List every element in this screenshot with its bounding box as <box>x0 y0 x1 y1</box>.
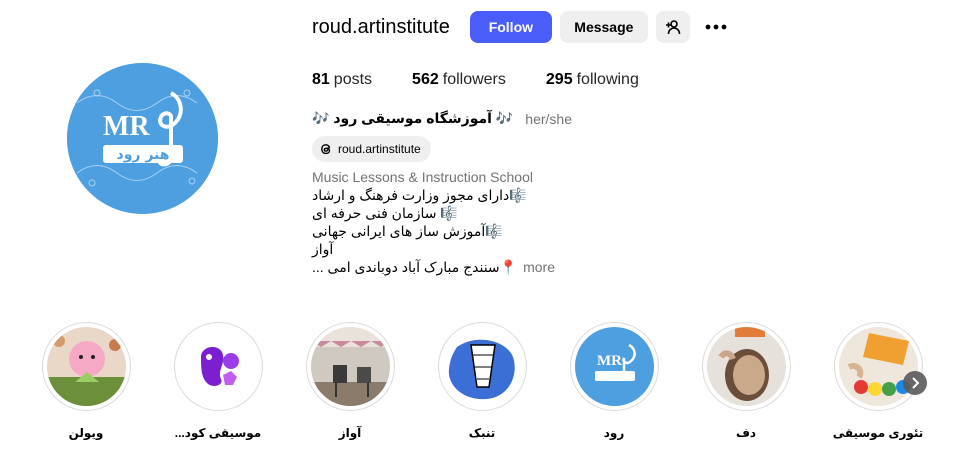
posts-count: 81 posts <box>312 71 372 89</box>
bio-line: 📍سنندج مبارک آباد دوباندی امی ... <box>312 259 518 275</box>
svg-text:MR: MR <box>597 353 622 369</box>
follow-button[interactable]: Follow <box>469 11 552 43</box>
threads-icon <box>321 144 331 155</box>
highlight-daf[interactable]: دف <box>700 322 792 440</box>
following-link[interactable]: 295 following <box>546 71 639 89</box>
roud-logo-highlight-icon: MR <box>574 327 654 406</box>
profile-avatar[interactable]: MR هنر رود <box>67 63 218 214</box>
story-highlights: ویولن موسیقی کود... آواز تنبک MR رود دف … <box>0 322 959 442</box>
highlights-next-button[interactable] <box>903 371 927 395</box>
suggest-user-button[interactable] <box>655 11 690 43</box>
highlight-kids-music[interactable]: موسیقی کود... <box>172 322 264 440</box>
username[interactable]: roud.artinstitute <box>312 16 450 39</box>
pronouns: her/she <box>525 110 572 127</box>
bio-line: 🎼 سازمان فنی حرفه ای <box>312 205 458 221</box>
profile-logo-icon: MR هنر رود <box>67 63 218 214</box>
followers-label: followers <box>442 71 506 88</box>
highlight-vocal[interactable]: آواز <box>304 322 396 440</box>
threads-link[interactable]: roud.artinstitute <box>312 136 431 162</box>
highlight-label: آواز <box>338 426 362 440</box>
full-name: 🎶 آموزشگاه موسیقی رود 🎶 <box>312 110 514 126</box>
threads-handle: roud.artinstitute <box>338 142 421 156</box>
more-options-icon <box>705 24 727 30</box>
highlight-label: ویولن <box>68 426 104 440</box>
highlight-label: تئوری موسیقی <box>832 426 924 440</box>
following-label: following <box>576 71 639 88</box>
bio-more-link[interactable]: more <box>523 258 555 276</box>
chevron-right-icon <box>912 377 920 389</box>
bio-line: 🎼دارای مجوز وزارت فرهنگ و ارشاد <box>312 187 527 203</box>
message-button[interactable]: Message <box>559 11 648 43</box>
highlight-label: رود <box>603 426 625 440</box>
highlight-roud[interactable]: MR رود <box>568 322 660 440</box>
daf-highlight-icon <box>706 327 786 406</box>
highlight-label: موسیقی کود... <box>174 426 262 440</box>
svg-text:هنر رود: هنر رود <box>117 147 170 163</box>
profile-stats: 81 posts 562 followers 295 following <box>312 71 679 89</box>
following-number: 295 <box>545 71 573 88</box>
tonbak-highlight-icon <box>442 327 522 406</box>
svg-text:MR: MR <box>103 111 150 142</box>
add-person-icon <box>665 20 681 35</box>
music-theory-highlight-icon <box>838 327 918 406</box>
highlight-violin[interactable]: ویولن <box>40 322 132 440</box>
highlight-label: دف <box>735 426 757 440</box>
bio-line: 🎼آموزش ساز های ایرانی جهانی <box>312 223 503 239</box>
options-button[interactable] <box>700 11 732 43</box>
violin-highlight-icon <box>46 327 126 406</box>
followers-link[interactable]: 562 followers <box>412 71 506 89</box>
highlight-tonbak[interactable]: تنبک <box>436 322 528 440</box>
followers-number: 562 <box>412 71 439 88</box>
posts-label: posts <box>333 71 373 88</box>
kids-music-highlight-icon <box>178 327 258 406</box>
posts-number: 81 <box>312 71 330 88</box>
bio: Music Lessons & Instruction School 🎼دارا… <box>312 168 555 276</box>
bio-category: Music Lessons & Instruction School <box>312 169 533 185</box>
bio-line: آواز <box>312 241 334 257</box>
vocal-highlight-icon <box>310 327 390 406</box>
highlight-label: تنبک <box>468 426 496 440</box>
